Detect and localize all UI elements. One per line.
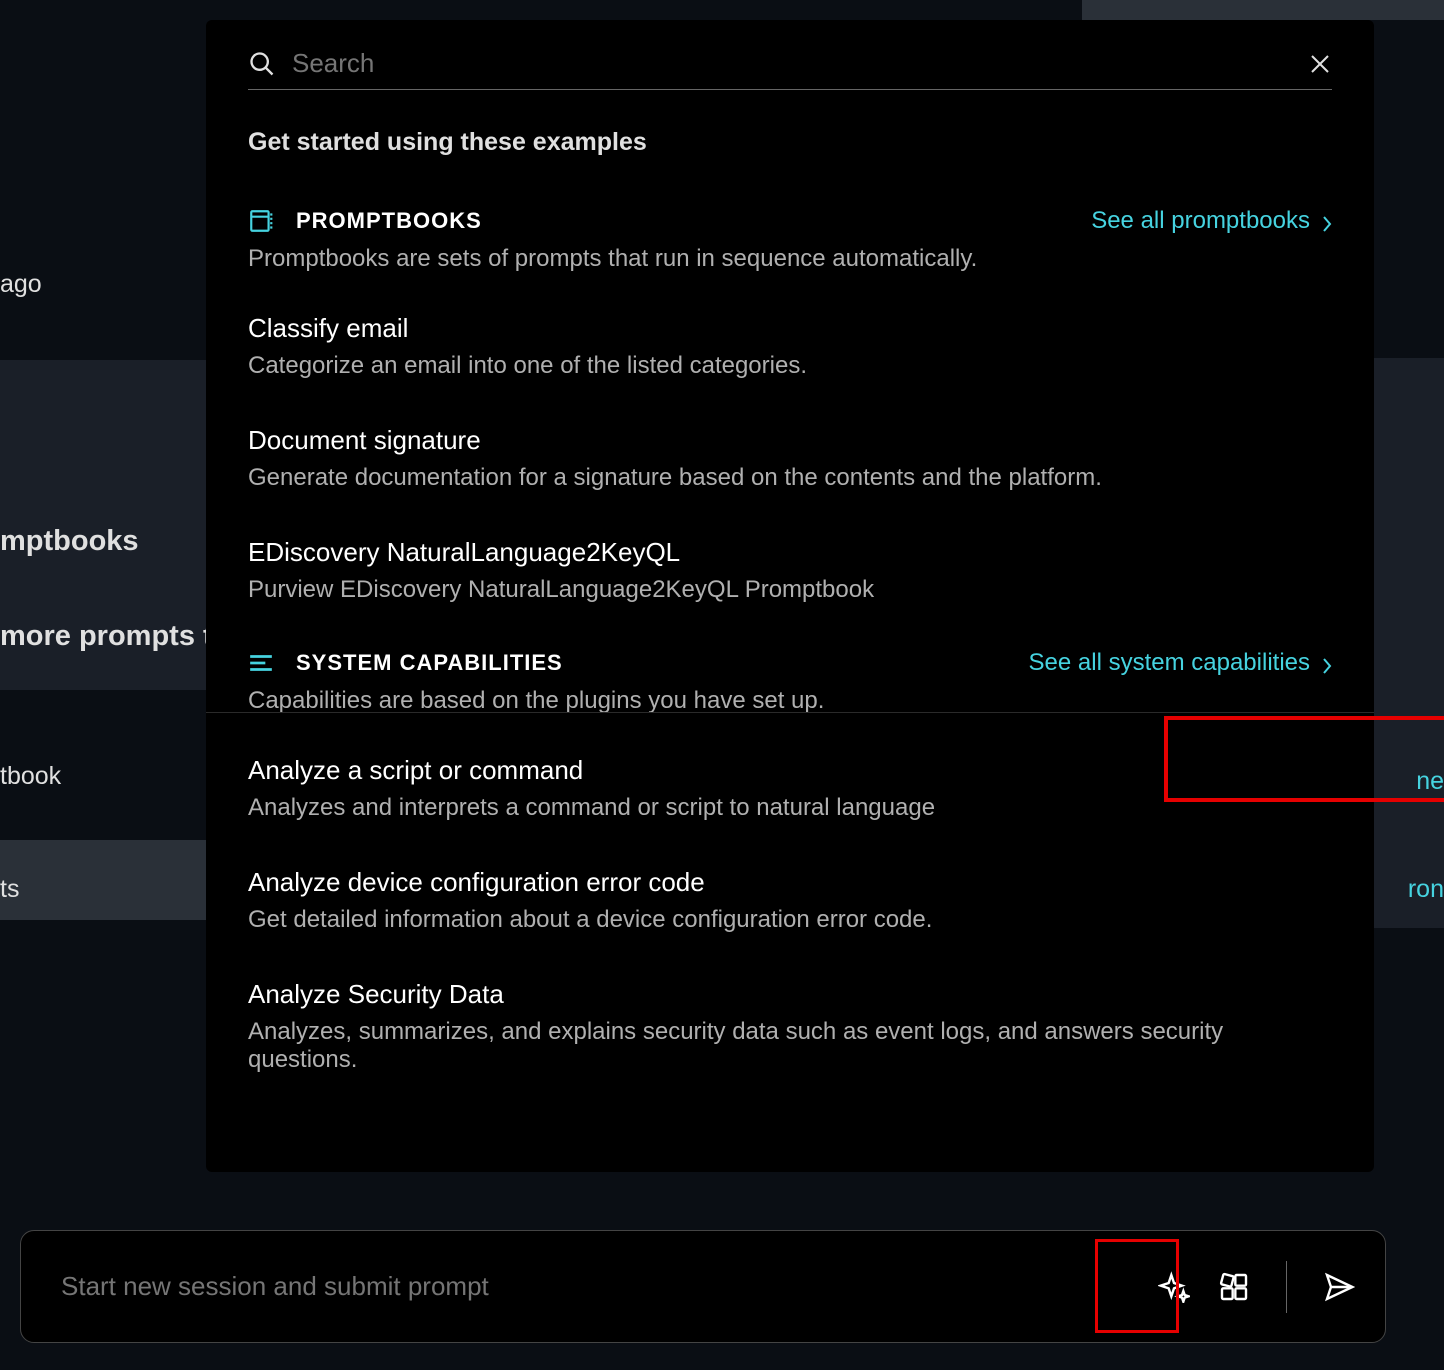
divider <box>206 712 1374 713</box>
section-title: SYSTEM CAPABILITIES <box>296 650 563 676</box>
promptbooks-header: PROMPTBOOKS See all promptbooks <box>248 207 1332 235</box>
item-desc: Analyzes and interprets a command or scr… <box>248 794 1332 822</box>
search-icon <box>248 50 276 78</box>
item-desc: Categorize an email into one of the list… <box>248 352 1332 380</box>
prompt-input[interactable] <box>61 1271 1158 1302</box>
search-row <box>248 48 1332 90</box>
background-panel-selected <box>0 840 206 920</box>
see-all-label: See all promptbooks <box>1091 207 1310 235</box>
close-icon[interactable] <box>1308 52 1332 76</box>
see-all-capabilities-link[interactable]: See all system capabilities <box>1029 649 1332 677</box>
bg-text-fragment: more prompts tl <box>0 620 221 653</box>
bg-text-fragment: ts <box>0 875 19 904</box>
sparkle-icon[interactable] <box>1158 1271 1190 1303</box>
chevron-right-icon <box>1322 654 1332 672</box>
capability-item[interactable]: Analyze device configuration error code … <box>248 867 1332 934</box>
see-all-promptbooks-link[interactable]: See all promptbooks <box>1091 207 1332 235</box>
item-title: Document signature <box>248 425 1332 456</box>
item-title: EDiscovery NaturalLanguage2KeyQL <box>248 537 1332 568</box>
item-desc: Analyzes, summarizes, and explains secur… <box>248 1018 1332 1074</box>
bg-text-fragment: mptbooks <box>0 525 139 558</box>
item-title: Analyze device configuration error code <box>248 867 1332 898</box>
promptbook-item[interactable]: Document signature Generate documentatio… <box>248 425 1332 492</box>
item-title: Classify email <box>248 313 1332 344</box>
capability-item[interactable]: Analyze a script or command Analyzes and… <box>248 755 1332 822</box>
background-corner <box>1082 0 1444 20</box>
item-desc: Generate documentation for a signature b… <box>248 464 1332 492</box>
send-icon[interactable] <box>1323 1271 1355 1303</box>
list-icon <box>248 650 274 676</box>
divider <box>1286 1261 1287 1313</box>
bg-text-fragment: tbook <box>0 762 61 791</box>
bg-text-fragment: ago <box>0 270 42 299</box>
apps-icon[interactable] <box>1218 1271 1250 1303</box>
capabilities-header: SYSTEM CAPABILITIES See all system capab… <box>248 649 1332 677</box>
capability-item[interactable]: Analyze Security Data Analyzes, summariz… <box>248 979 1332 1074</box>
promptbook-item[interactable]: Classify email Categorize an email into … <box>248 313 1332 380</box>
item-title: Analyze Security Data <box>248 979 1332 1010</box>
chevron-right-icon <box>1322 212 1332 230</box>
prompts-popup: Get started using these examples PROMPTB… <box>206 20 1374 1172</box>
section-title: PROMPTBOOKS <box>296 208 482 234</box>
intro-heading: Get started using these examples <box>248 128 1332 157</box>
item-title: Analyze a script or command <box>248 755 1332 786</box>
bg-text-fragment: ron <box>1408 875 1444 904</box>
item-desc: Purview EDiscovery NaturalLanguage2KeyQL… <box>248 576 1332 604</box>
see-all-label: See all system capabilities <box>1029 649 1310 677</box>
book-icon <box>248 208 274 234</box>
bg-text-fragment: ne <box>1416 767 1444 796</box>
promptbook-item[interactable]: EDiscovery NaturalLanguage2KeyQL Purview… <box>248 537 1332 604</box>
prompt-bar <box>20 1230 1386 1343</box>
background-panel-right <box>1374 358 1444 928</box>
item-desc: Get detailed information about a device … <box>248 906 1332 934</box>
section-desc: Promptbooks are sets of prompts that run… <box>248 245 1332 273</box>
search-input[interactable] <box>292 48 1308 79</box>
section-desc: Capabilities are based on the plugins yo… <box>248 687 1332 715</box>
